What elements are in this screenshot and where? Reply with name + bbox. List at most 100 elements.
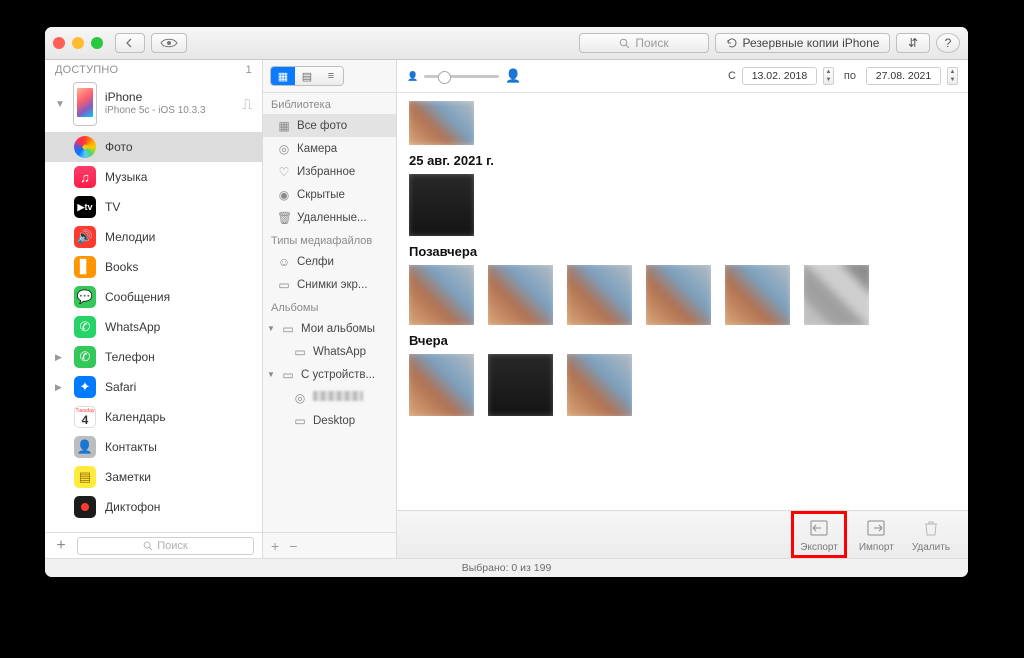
minimize-window-icon[interactable] (72, 37, 84, 49)
sidebar-item-label: WhatsApp (105, 320, 160, 334)
photo-grid[interactable]: 25 авг. 2021 г.ПозавчераВчера (397, 93, 968, 510)
back-button[interactable] (115, 33, 145, 53)
quicklook-button[interactable] (151, 33, 187, 53)
add-button[interactable]: + (53, 537, 69, 555)
library-column: ▦ ▤ ≡ Библиотека▦Все фото◎Камера♡Избранн… (263, 60, 397, 558)
library-item[interactable]: 🗑Удаленные... (263, 206, 396, 229)
backups-label: Резервные копии iPhone (743, 36, 880, 50)
thumb-row (409, 354, 956, 416)
sidebar-item-wa[interactable]: ✆WhatsApp (45, 312, 262, 342)
close-window-icon[interactable] (53, 37, 65, 49)
sidebar-item-mel[interactable]: 🔊 Мелодии (45, 222, 262, 252)
device-subtitle: iPhone 5c - iOS 10.3.3 (105, 105, 206, 117)
photo-thumbnail[interactable] (488, 265, 553, 325)
library-item[interactable]: ▭Desktop (263, 409, 396, 432)
sidebar-item-notes[interactable]: ▤Заметки (45, 462, 262, 492)
library-item[interactable]: ▼▭С устройств... (263, 363, 396, 386)
sidebar-item-voice[interactable]: Диктофон (45, 492, 262, 522)
library-item-label: Снимки экр... (297, 279, 368, 291)
date-from-field[interactable]: 13.02. 2018 (742, 67, 817, 85)
library-section-title: Типы медиафайлов (263, 229, 396, 250)
photo-thumbnail[interactable] (567, 354, 632, 416)
sidebar-item-photos[interactable]: Фото (45, 132, 262, 162)
backups-button[interactable]: Резервные копии iPhone (715, 33, 890, 53)
remove-album-button[interactable]: − (289, 538, 297, 554)
import-button[interactable]: Импорт (859, 517, 894, 553)
sidebar-item-phonec[interactable]: ▶✆Телефон (45, 342, 262, 372)
library-item-label: Селфи (297, 256, 334, 268)
export-button[interactable]: Экспорт (791, 511, 847, 558)
photo-thumbnail[interactable] (488, 354, 553, 416)
toolbar-search[interactable]: Поиск (579, 33, 709, 53)
photo-thumbnail[interactable] (409, 265, 474, 325)
photo-thumbnail[interactable] (725, 265, 790, 325)
tv-icon: ▶tv (74, 196, 96, 218)
sidebar-item-label: Музыка (105, 170, 147, 184)
library-list: Библиотека▦Все фото◎Камера♡Избранное◉Скр… (263, 93, 396, 532)
sidebar-item-books[interactable]: ▋Books (45, 252, 262, 282)
library-item[interactable]: ◎ (263, 386, 396, 409)
library-item-icon: ♡ (277, 165, 291, 179)
sidebar-item-label: Контакты (105, 440, 157, 454)
library-section-title: Альбомы (263, 296, 396, 317)
slider-track[interactable] (424, 75, 499, 78)
library-item[interactable]: ▭WhatsApp (263, 340, 396, 363)
person-small-icon: 👤 (407, 71, 418, 82)
transfer-button[interactable]: ⇵ (896, 33, 930, 53)
library-item[interactable]: ☺ Селфи (263, 250, 396, 273)
library-item[interactable]: ♡ Избранное (263, 160, 396, 183)
device-row[interactable]: ▼ iPhone iPhone 5c - iOS 10.3.3 ⎍ (45, 79, 262, 132)
grid-view-icon[interactable]: ▦ (271, 67, 295, 85)
sidebar-search[interactable]: Поиск (77, 537, 254, 555)
sidebar-item-label: Мелодии (105, 230, 155, 244)
library-item-icon: ▦ (277, 119, 291, 133)
library-toolbar: ▦ ▤ ≡ (263, 60, 396, 93)
sidebar-item-music[interactable]: ♫Музыка (45, 162, 262, 192)
photo-group-title: Вчера (409, 333, 956, 348)
library-item[interactable]: ◎ Камера (263, 137, 396, 160)
sidebar-item-msg[interactable]: 💬Сообщения (45, 282, 262, 312)
library-item[interactable]: ◉Скрытые (263, 183, 396, 206)
library-item-icon: ▭ (293, 414, 307, 428)
thumb-view-icon[interactable]: ▤ (295, 67, 319, 85)
photo-thumbnail[interactable] (646, 265, 711, 325)
library-item[interactable]: ▭Снимки экр... (263, 273, 396, 296)
sidebar-item-safari[interactable]: ▶✦Safari (45, 372, 262, 402)
date-from-stepper[interactable]: ▲▼ (823, 67, 834, 85)
delete-button[interactable]: Удалить (912, 517, 950, 553)
mel-icon: 🔊 (74, 226, 96, 248)
library-item[interactable]: ▼▭Мои альбомы (263, 317, 396, 340)
sidebar-item-cal[interactable]: Tuesday4Календарь (45, 402, 262, 432)
library-item-icon: ◎ (293, 391, 307, 405)
disclosure-icon: ▼ (267, 370, 275, 379)
photo-thumbnail[interactable] (804, 265, 869, 325)
sidebar-item-tv[interactable]: ▶tv TV (45, 192, 262, 222)
library-item-label: Мои альбомы (301, 323, 375, 335)
library-item-icon: ◎ (277, 142, 291, 156)
help-button[interactable]: ? (936, 33, 960, 53)
photo-thumbnail[interactable] (567, 265, 632, 325)
date-to-stepper[interactable]: ▲▼ (947, 67, 958, 85)
date-to-field[interactable]: 27.08. 2021 (866, 67, 941, 85)
books-icon: ▋ (74, 256, 96, 278)
zoom-window-icon[interactable] (91, 37, 103, 49)
sidebar-item-label: TV (105, 200, 120, 214)
library-item-label: Избранное (297, 166, 355, 178)
library-item[interactable]: ▦Все фото (263, 114, 396, 137)
add-album-button[interactable]: + (271, 538, 279, 554)
library-item-label: Камера (297, 143, 337, 155)
view-segment[interactable]: ▦ ▤ ≡ (270, 66, 344, 86)
photo-thumbnail[interactable] (409, 354, 474, 416)
list-view-icon[interactable]: ≡ (319, 67, 343, 85)
sidebar-header-label: ДОСТУПНО (55, 64, 118, 76)
help-icon: ? (945, 36, 952, 50)
library-item-icon: ☺ (277, 255, 291, 269)
library-item-label: С устройств... (301, 369, 375, 381)
photo-thumbnail[interactable] (409, 101, 474, 145)
sidebar-item-label: Фото (105, 140, 133, 154)
search-icon (143, 541, 153, 551)
main-panel: 👤 👤 С 13.02. 2018 ▲▼ по 27.08. 2021 ▲▼ 2… (397, 60, 968, 558)
photo-thumbnail[interactable] (409, 174, 474, 236)
sidebar-item-cont[interactable]: 👤Контакты (45, 432, 262, 462)
thumbnail-size-slider[interactable]: 👤 👤 (407, 68, 521, 84)
